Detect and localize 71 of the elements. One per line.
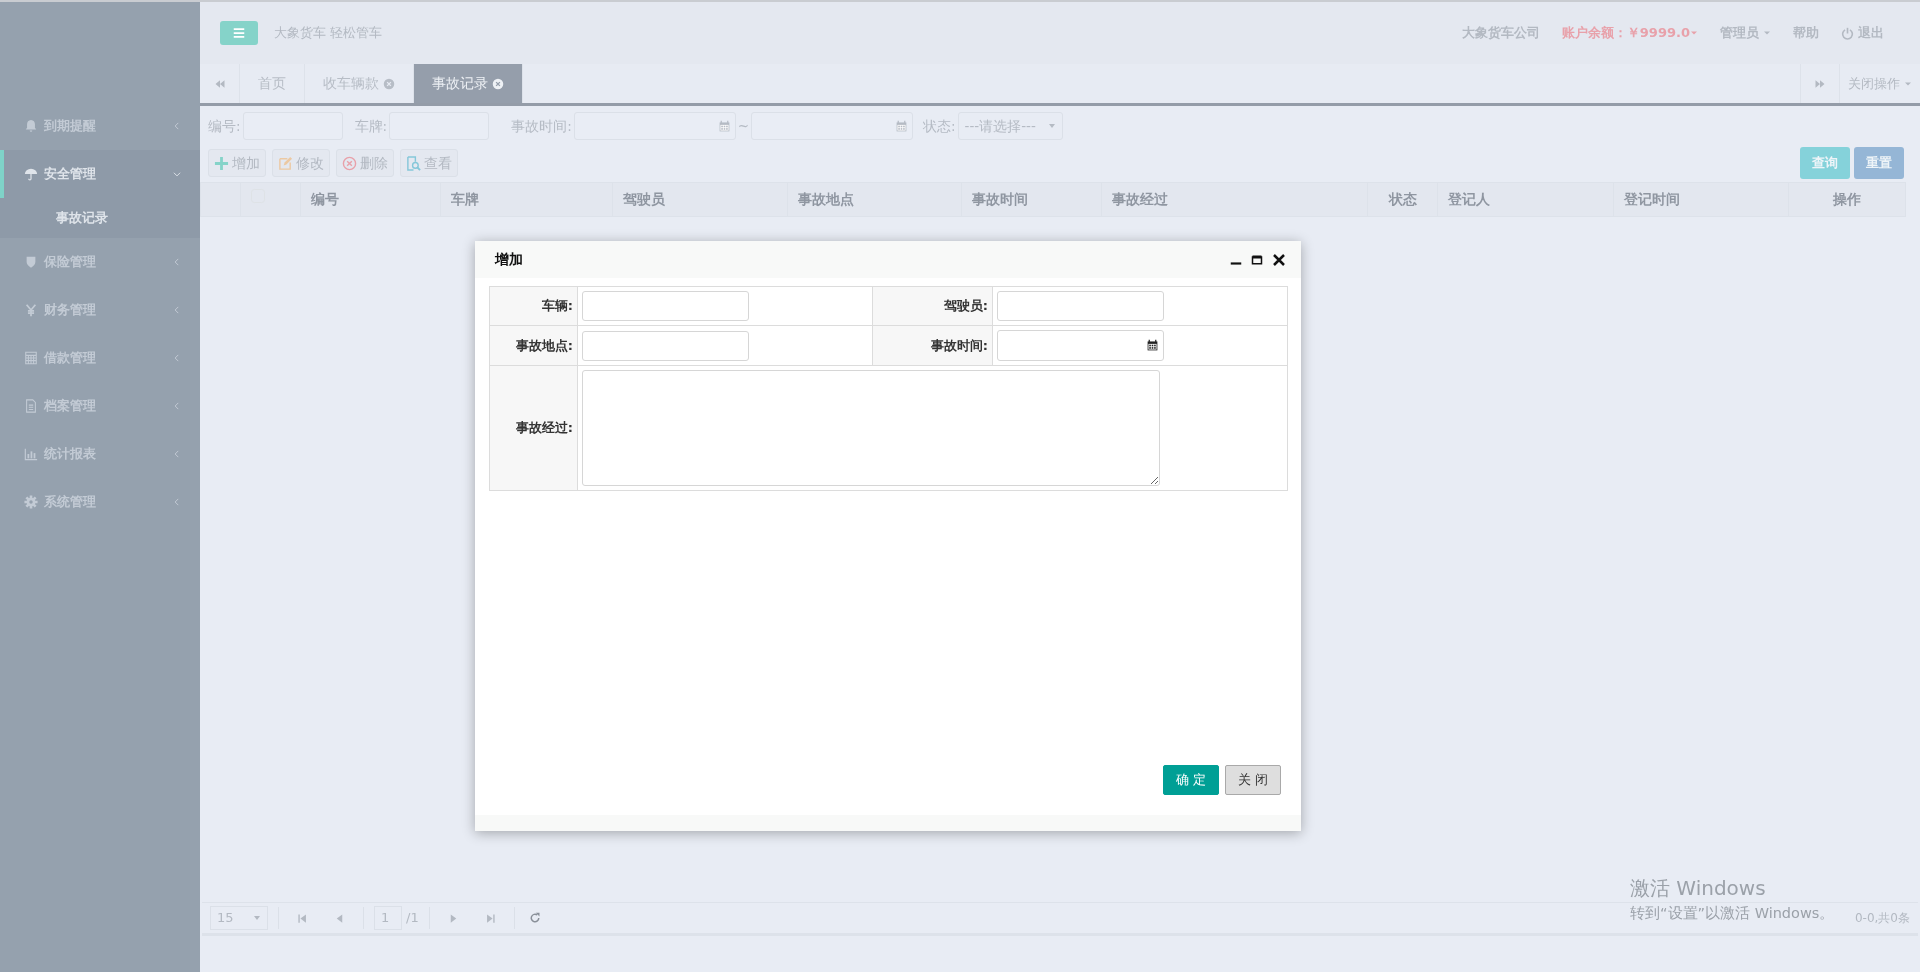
caret-icon	[1763, 29, 1771, 37]
caret-icon	[1690, 29, 1698, 37]
yen-icon	[24, 303, 38, 317]
power-icon	[1841, 26, 1854, 40]
close-icon[interactable]	[1271, 251, 1287, 268]
chevron-left-icon	[172, 449, 182, 459]
dialog-title: 增加	[495, 250, 523, 269]
column-header: 驾驶员	[612, 182, 788, 217]
column-header: 状态	[1367, 182, 1438, 217]
chevron-down-icon	[172, 169, 182, 179]
chevron-left-icon	[172, 353, 182, 363]
chevron-left-icon	[172, 497, 182, 507]
edit-icon	[278, 155, 293, 171]
calculator-icon	[24, 351, 38, 365]
caret-icon	[1047, 122, 1056, 130]
column-header: 编号	[300, 182, 441, 217]
magnifier-document-icon	[406, 155, 421, 171]
chevron-left-icon	[172, 121, 182, 131]
first-page-icon[interactable]	[297, 912, 308, 924]
calendar-icon	[1146, 339, 1159, 352]
input-field[interactable]	[582, 291, 749, 321]
settings-icon	[24, 495, 38, 509]
field-label: 事故经过:	[489, 365, 578, 491]
plus-icon	[214, 155, 229, 171]
maximize-icon[interactable]	[1251, 253, 1263, 266]
text-area[interactable]	[582, 370, 1160, 486]
balance-dropdown[interactable]: 账户余额：￥9999.0	[1561, 23, 1698, 43]
calendar-icon	[717, 119, 731, 133]
date-field[interactable]	[997, 330, 1164, 361]
column-header: 操作	[1788, 182, 1906, 217]
field-label: 事故时间:	[872, 325, 993, 366]
column-header: 登记时间	[1613, 182, 1789, 217]
column-header: 车牌	[440, 182, 613, 217]
close-button[interactable]: 关 闭	[1224, 765, 1281, 795]
previous-page-icon[interactable]	[334, 912, 345, 924]
refresh-icon[interactable]	[528, 912, 541, 924]
range-separator: ~	[737, 116, 749, 136]
sidebar-subitem[interactable]: 事故记录	[0, 198, 200, 238]
activation-message: 转到“设置”以激活 Windows。	[1630, 904, 1835, 923]
sidebar-item[interactable]: 安全管理	[0, 150, 200, 198]
field-label: 车辆:	[489, 286, 578, 326]
date-field[interactable]	[751, 112, 913, 140]
query-button[interactable]: 查询	[1800, 147, 1850, 179]
delete-icon	[342, 155, 357, 171]
chevron-left-icon	[172, 257, 182, 267]
field-label: 驾驶员:	[872, 286, 993, 326]
bar-chart-icon	[24, 447, 38, 461]
column-header: 事故时间	[961, 182, 1102, 217]
column-header: 事故地点	[787, 182, 962, 217]
menu-icon	[232, 26, 246, 40]
input-field[interactable]	[997, 291, 1164, 321]
document-icon	[24, 399, 38, 413]
caret-icon	[253, 914, 261, 922]
confirm-button[interactable]: 确 定	[1162, 765, 1219, 795]
column-header: 事故经过	[1101, 182, 1368, 217]
reset-button[interactable]: 重置	[1854, 147, 1904, 179]
calendar-icon	[895, 119, 908, 133]
chevron-left-icon	[172, 401, 182, 411]
bell-icon	[24, 119, 38, 133]
last-page-icon[interactable]	[484, 912, 496, 924]
tab[interactable]: 事故记录	[414, 64, 523, 103]
chevron-left-icon	[172, 305, 182, 315]
menu-button[interactable]	[220, 21, 258, 45]
date-field[interactable]	[573, 112, 736, 140]
input-field[interactable]	[582, 330, 749, 361]
umbrella-icon	[24, 167, 38, 181]
shield-icon	[24, 255, 38, 269]
activation-title: 激活 Windows	[1630, 875, 1767, 902]
column-header: 登记人	[1437, 182, 1614, 217]
field-label: 事故地点:	[489, 325, 578, 366]
scroll-left-icon[interactable]	[213, 77, 226, 90]
